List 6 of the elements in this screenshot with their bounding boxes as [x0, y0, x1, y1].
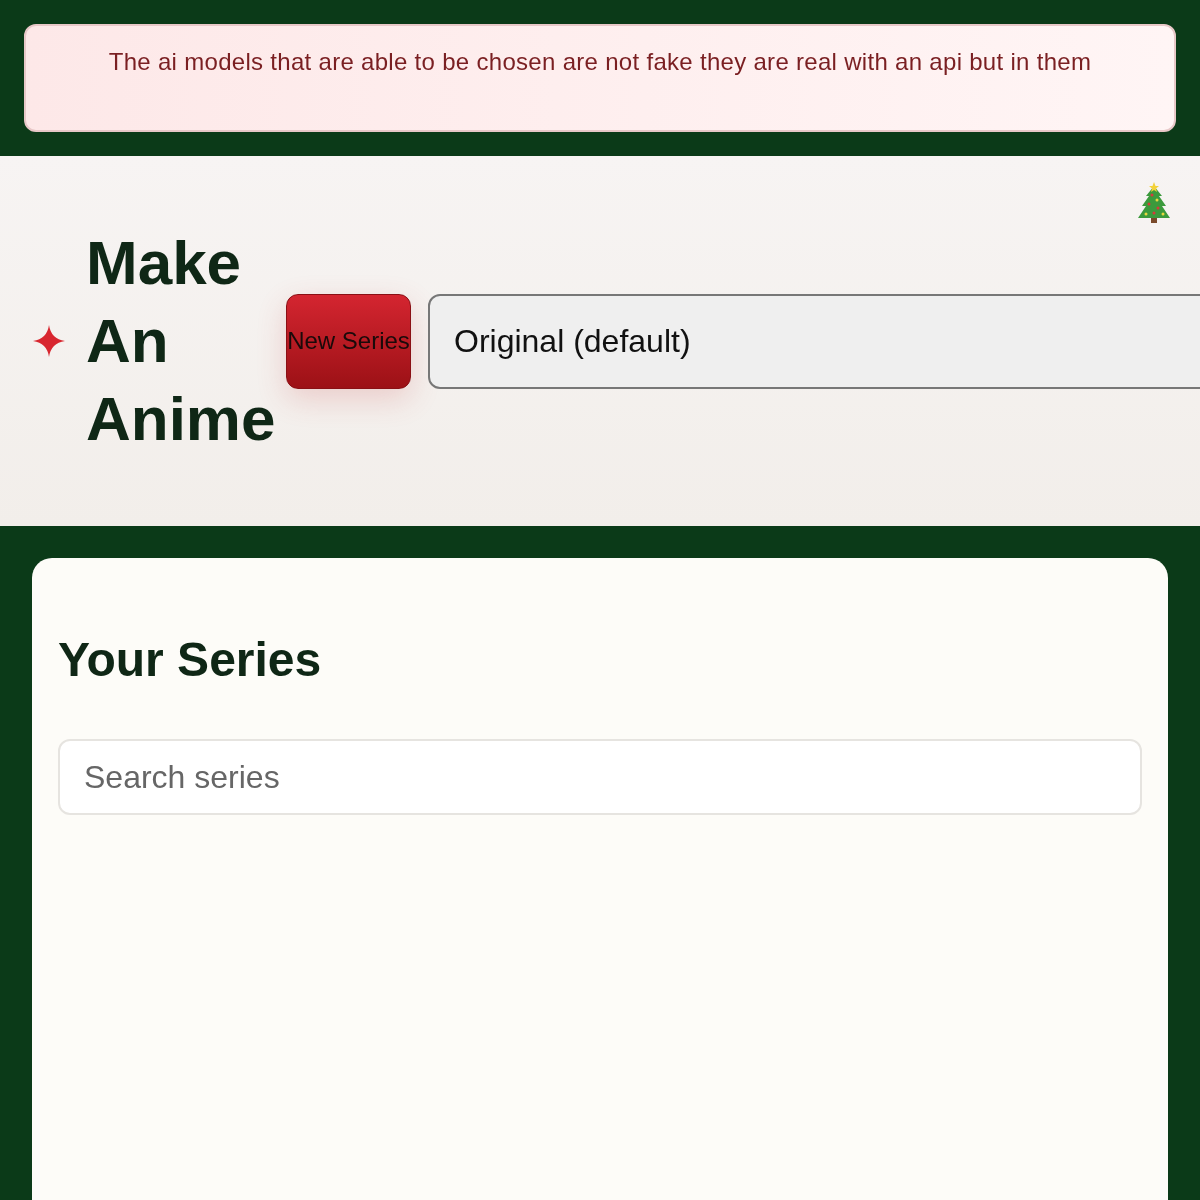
- sparkle-icon: [32, 324, 66, 358]
- search-field[interactable]: Search series: [58, 739, 1142, 815]
- notice-banner: The ai models that are able to be chosen are not fake they are real with an api but in them: [24, 24, 1176, 132]
- style-select[interactable]: Original (default): [428, 293, 1200, 389]
- app-title: Make An Anime: [86, 227, 277, 455]
- section-heading: Your Series: [58, 632, 322, 687]
